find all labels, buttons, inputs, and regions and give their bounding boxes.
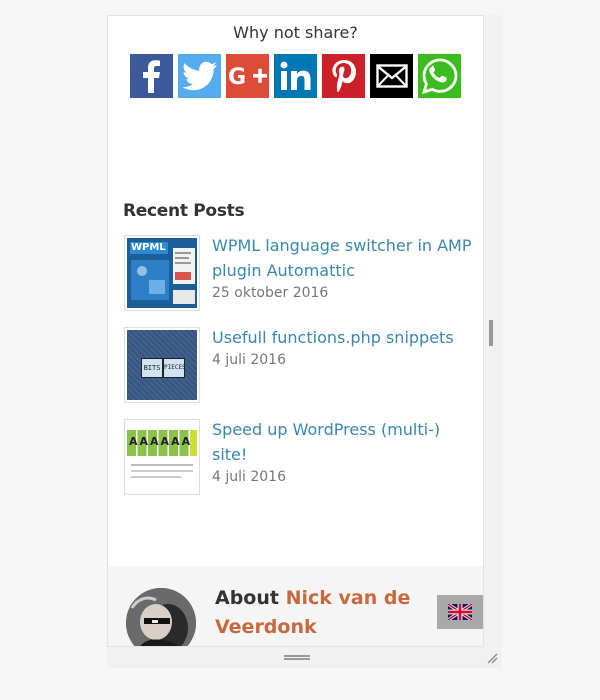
recent-posts-title: Recent Posts [123,201,245,221]
post-date: 4 juli 2016 [212,469,286,485]
post-title-link[interactable]: Speed up WordPress (multi-) site! 4 juli… [212,417,472,487]
language-switcher-button[interactable] [437,595,483,629]
svg-text:G: G [228,65,246,89]
speed-chart-thumbnail: AAAAAA [127,422,197,492]
google-plus-share-button[interactable]: G [226,54,269,98]
post-thumbnail[interactable]: WPML [124,235,200,311]
author-name[interactable]: Nick van de [286,587,411,609]
author-avatar [126,588,196,646]
linkedin-share-button[interactable] [274,54,317,98]
preview-frame: Why not share? G Recent Posts WPML WPML … [107,15,484,647]
vertical-resize-handle[interactable] [489,320,493,346]
whatsapp-icon [421,58,457,95]
about-prefix: About [215,587,279,609]
email-icon [375,64,408,88]
google-plus-icon: G [228,65,267,89]
email-share-button[interactable] [370,54,413,98]
pinterest-icon [332,60,356,92]
post-thumbnail[interactable]: AAAAAA [124,419,200,495]
post-title[interactable]: Speed up WordPress (multi-) site! [212,420,440,464]
about-author-bar: About Nick van de Veerdonk [108,566,483,646]
post-date: 4 juli 2016 [212,352,286,368]
uk-flag-icon [448,604,472,620]
post-thumbnail[interactable]: BITS PIECES [124,327,200,403]
post-title-link[interactable]: WPML language switcher in AMP plugin Aut… [212,233,472,303]
resize-grip-icon[interactable] [486,651,498,664]
pinterest-share-button[interactable] [322,54,365,98]
post-title[interactable]: WPML language switcher in AMP plugin Aut… [212,236,472,280]
twitter-share-button[interactable] [178,54,221,98]
bits-and-pieces-thumbnail: BITS PIECES [127,330,197,400]
author-name-continued[interactable]: Veerdonk [215,616,317,638]
post-date: 25 oktober 2016 [212,285,329,301]
about-author-heading: About Nick van de Veerdonk [215,584,415,642]
horizontal-resize-handle[interactable] [284,655,310,660]
wpml-thumbnail: WPML [127,238,197,308]
share-title: Why not share? [233,23,358,42]
post-title[interactable]: Usefull functions.php snippets [212,328,454,347]
facebook-icon [142,60,160,93]
whatsapp-share-button[interactable] [418,54,461,98]
twitter-icon [181,61,217,91]
facebook-share-button[interactable] [130,54,173,98]
linkedin-icon [280,61,310,90]
post-title-link[interactable]: Usefull functions.php snippets 4 juli 20… [212,325,472,370]
scroll-gutter [484,15,502,668]
